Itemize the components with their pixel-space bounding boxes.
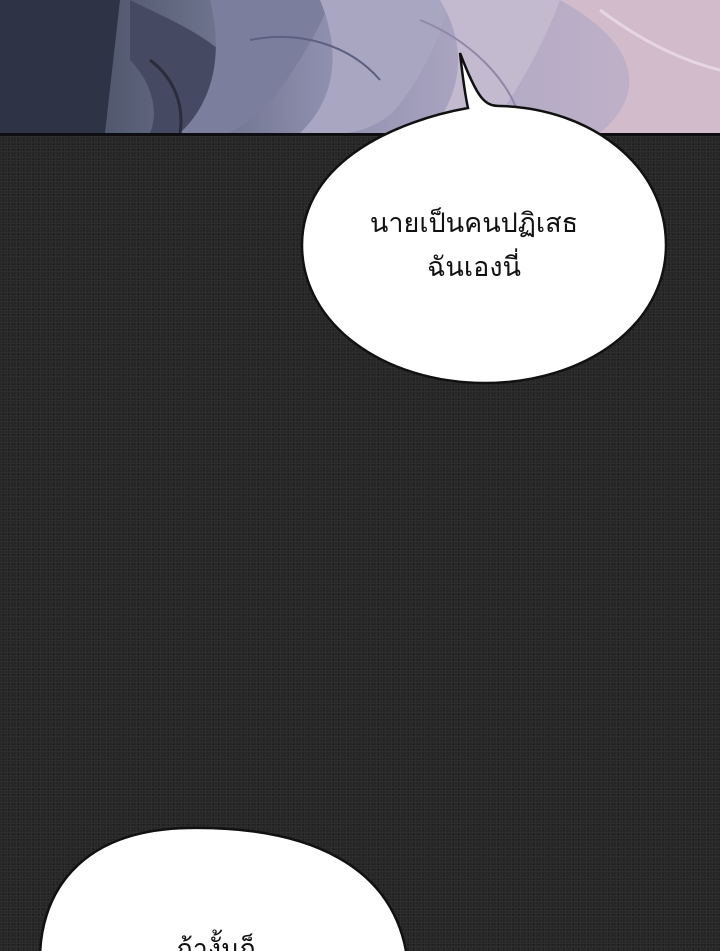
comic-page: นายเป็นคนปฏิเสธ ฉันเองนี่ ถ้างั้นก็... — [0, 0, 720, 951]
speech-bubble-1-line-2: ฉันเองนี่ — [427, 252, 521, 283]
speech-bubble-2-text: ถ้างั้นก็... — [64, 924, 394, 951]
speech-bubble-2-line-1: ถ้างั้นก็... — [176, 934, 282, 951]
speech-bubble-1-line-1: นายเป็นคนปฏิเสธ — [369, 208, 579, 239]
speech-bubble-1-text: นายเป็นคนปฏิเสธ ฉันเองนี่ — [336, 202, 612, 290]
